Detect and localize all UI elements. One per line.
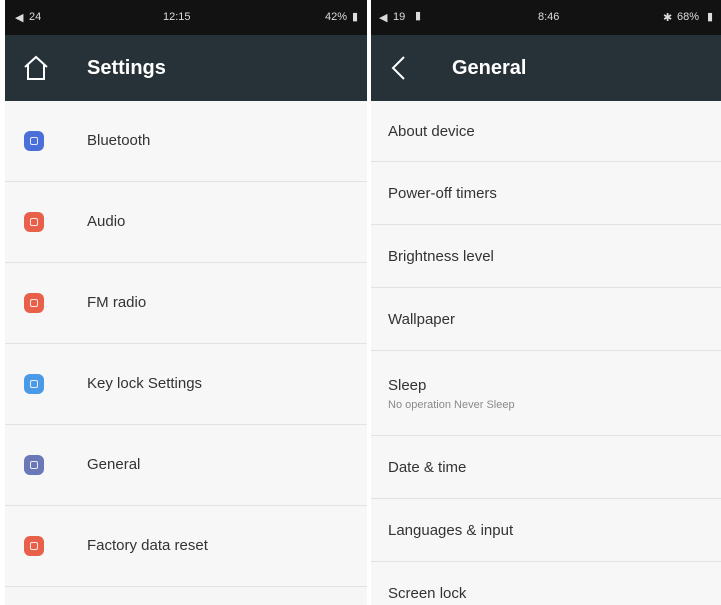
status-time: 12:15: [163, 11, 191, 23]
app-bar: General: [371, 35, 721, 101]
settings-item-label: FM radio: [87, 294, 147, 311]
status-time: 8:46: [538, 11, 560, 23]
general-item-about-device[interactable]: About device: [371, 101, 721, 162]
volume-icon: ◀: [15, 12, 24, 24]
volume-icon: ◀: [379, 12, 388, 24]
general-screen: ◀ 19 ▮ 8:46 ✱ 68% ▮ General About device…: [371, 0, 721, 605]
general-item-date-time[interactable]: Date & time: [371, 436, 721, 499]
general-item-label: About device: [388, 123, 475, 140]
general-item-power-off-timers[interactable]: Power-off timers: [371, 162, 721, 225]
settings-list: Bluetooth Audio FM radio Key lock Settin…: [5, 101, 367, 587]
settings-item-fm-radio[interactable]: FM radio: [5, 263, 367, 344]
general-item-label: Languages & input: [388, 522, 514, 539]
status-bar: ◀ 19 ▮ 8:46 ✱ 68% ▮: [371, 0, 721, 35]
general-item-screen-lock[interactable]: Screen lock: [371, 562, 721, 605]
settings-item-bluetooth[interactable]: Bluetooth: [5, 101, 367, 182]
settings-item-label: Bluetooth: [87, 132, 151, 149]
battery-icon: ▮: [707, 11, 714, 23]
reset-icon: [24, 536, 44, 556]
battery-level: 42%: [325, 11, 348, 23]
battery-icon: ▮: [352, 11, 359, 23]
general-icon: [24, 455, 44, 475]
general-item-sleep[interactable]: Sleep No operation Never Sleep: [371, 351, 721, 436]
battery-level: 68%: [677, 11, 700, 23]
general-item-label: Power-off timers: [388, 185, 497, 202]
audio-icon: [24, 212, 44, 232]
bluetooth-status-icon: ✱: [663, 12, 673, 24]
general-item-label: Screen lock: [388, 585, 467, 602]
settings-item-key-lock[interactable]: Key lock Settings: [5, 344, 367, 425]
general-item-label: Brightness level: [388, 248, 494, 265]
general-list: About device Power-off timers Brightness…: [371, 101, 721, 605]
volume-level: 24: [29, 11, 42, 23]
general-item-summary: No operation Never Sleep: [388, 399, 515, 411]
radio-icon: [24, 293, 44, 313]
settings-item-label: General: [87, 456, 141, 473]
settings-item-factory-reset[interactable]: Factory data reset: [5, 506, 367, 587]
bluetooth-icon: [24, 131, 44, 151]
settings-screen: ◀ 24 12:15 42% ▮ Settings Bluetooth Audi…: [5, 0, 367, 605]
general-item-label: Date & time: [388, 459, 467, 476]
settings-item-label: Audio: [87, 213, 126, 230]
app-bar: Settings: [5, 35, 367, 101]
lock-icon: [24, 374, 44, 394]
general-item-label: Wallpaper: [388, 311, 455, 328]
page-title: Settings: [87, 57, 166, 79]
general-item-wallpaper[interactable]: Wallpaper: [371, 288, 721, 351]
sd-card-icon: ▮: [415, 10, 422, 22]
settings-item-general[interactable]: General: [5, 425, 367, 506]
volume-level: 19: [393, 11, 406, 23]
status-bar: ◀ 24 12:15 42% ▮: [5, 0, 367, 35]
settings-item-label: Key lock Settings: [87, 375, 203, 392]
general-item-brightness[interactable]: Brightness level: [371, 225, 721, 288]
general-item-label: Sleep: [388, 377, 427, 394]
back-arrow-icon[interactable]: [389, 55, 409, 81]
home-icon[interactable]: [21, 53, 51, 83]
page-title: General: [452, 57, 527, 79]
settings-item-audio[interactable]: Audio: [5, 182, 367, 263]
settings-item-label: Factory data reset: [87, 537, 208, 554]
general-item-languages[interactable]: Languages & input: [371, 499, 721, 562]
